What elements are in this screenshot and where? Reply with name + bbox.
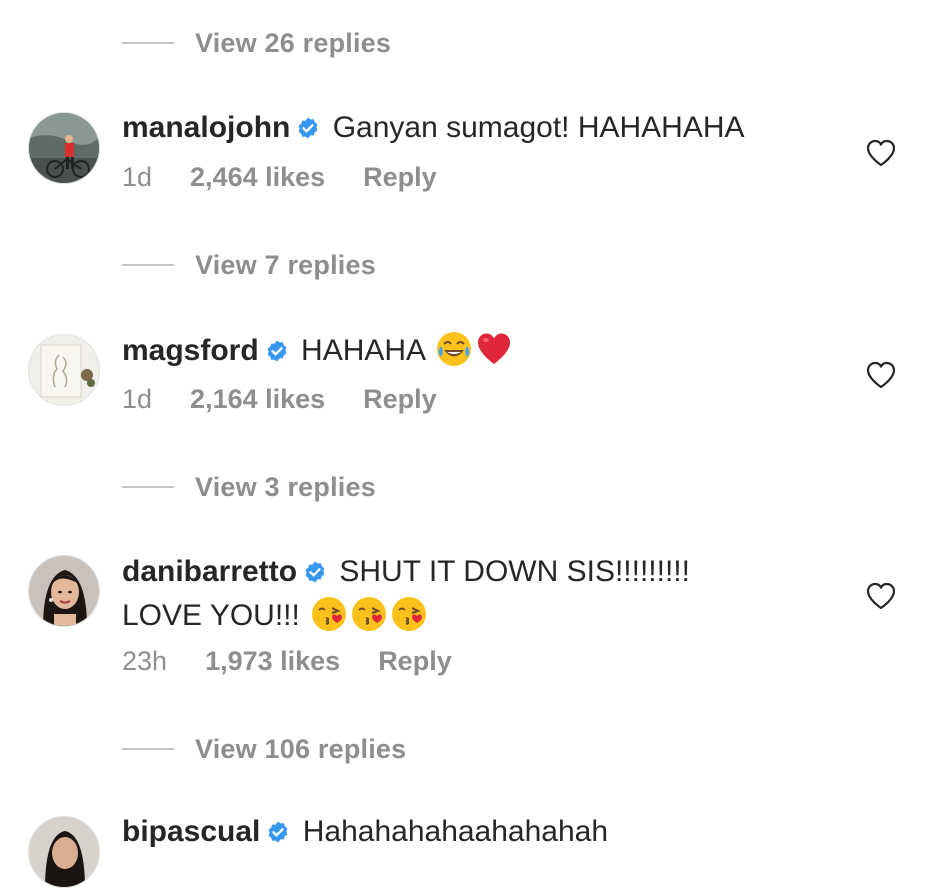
- face-blowing-a-kiss-icon: [390, 595, 428, 644]
- verified-badge-icon: [303, 555, 327, 595]
- comment-meta: 1d 2,164 likes Reply: [122, 384, 437, 415]
- comment-time[interactable]: 23h: [122, 646, 167, 677]
- view-replies-label[interactable]: View 7 replies: [195, 250, 376, 281]
- view-replies-label[interactable]: View 26 replies: [195, 28, 391, 59]
- comment-text-block: bipascual Hahahahahaahahahah: [122, 812, 822, 855]
- comment-meta: 23h 1,973 likes Reply: [122, 646, 452, 677]
- reply-thread-line: [122, 486, 174, 488]
- avatar[interactable]: [28, 555, 100, 627]
- reply-thread-line: [122, 264, 174, 266]
- comment-likes[interactable]: 1,973 likes: [205, 646, 340, 677]
- verified-badge-icon: [265, 334, 289, 374]
- comment-body: HAHAHA: [301, 334, 425, 367]
- comment-body: Hahahahahaahahahah: [302, 815, 609, 848]
- comment-body-line2: LOVE YOU!!!: [122, 599, 300, 632]
- comment-likes[interactable]: 2,464 likes: [190, 162, 325, 193]
- heart-outline-icon[interactable]: [866, 582, 896, 610]
- verified-badge-icon: [266, 815, 290, 855]
- comment-body-line1: SHUT IT DOWN SIS!!!!!!!!!: [339, 555, 690, 588]
- comment-text-block: magsford HAHAHA: [122, 330, 822, 379]
- face-blowing-a-kiss-icon: [350, 595, 388, 644]
- comment-time[interactable]: 1d: [122, 384, 152, 415]
- comment-meta: 1d 2,464 likes Reply: [122, 162, 437, 193]
- red-heart-icon: [475, 330, 513, 379]
- comment-likes[interactable]: 2,164 likes: [190, 384, 325, 415]
- reply-button[interactable]: Reply: [378, 646, 452, 677]
- face-with-tears-of-joy-icon: [435, 330, 473, 379]
- avatar[interactable]: [28, 816, 100, 888]
- comment-time[interactable]: 1d: [122, 162, 152, 193]
- view-replies-toggle[interactable]: View 106 replies: [122, 729, 406, 769]
- comment-username[interactable]: danibarretto: [122, 555, 297, 588]
- view-replies-toggle[interactable]: View 26 replies: [122, 23, 391, 63]
- comment-username[interactable]: magsford: [122, 334, 259, 367]
- reply-thread-line: [122, 748, 174, 750]
- view-replies-label[interactable]: View 106 replies: [195, 734, 406, 765]
- heart-outline-icon[interactable]: [866, 139, 896, 167]
- view-replies-toggle[interactable]: View 3 replies: [122, 467, 376, 507]
- reply-button[interactable]: Reply: [363, 384, 437, 415]
- face-blowing-a-kiss-icon: [310, 595, 348, 644]
- reply-button[interactable]: Reply: [363, 162, 437, 193]
- view-replies-toggle[interactable]: View 7 replies: [122, 245, 376, 285]
- reply-thread-line: [122, 42, 174, 44]
- avatar[interactable]: [28, 334, 100, 406]
- comment-username[interactable]: bipascual: [122, 815, 260, 848]
- comment-username[interactable]: manalojohn: [122, 111, 290, 144]
- comment-text-block: manalojohn Ganyan sumagot! HAHAHAHA: [122, 108, 822, 151]
- comment-text-block: danibarretto SHUT IT DOWN SIS!!!!!!!!! L…: [122, 552, 822, 644]
- comment-body: Ganyan sumagot! HAHAHAHA: [332, 111, 745, 144]
- view-replies-label[interactable]: View 3 replies: [195, 472, 376, 503]
- heart-outline-icon[interactable]: [866, 361, 896, 389]
- avatar[interactable]: [28, 112, 100, 184]
- verified-badge-icon: [296, 111, 320, 151]
